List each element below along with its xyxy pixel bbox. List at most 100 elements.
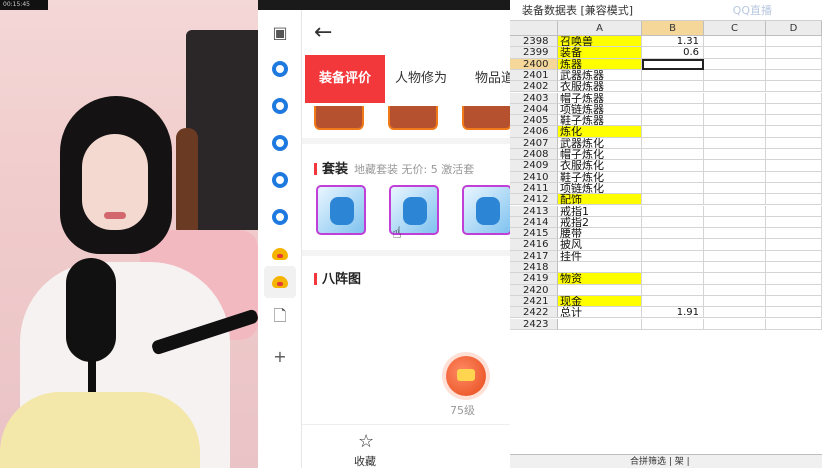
cell-b[interactable] [642,149,704,161]
cell-c[interactable] [704,228,766,240]
cell-a[interactable]: 鞋子炼器 [558,115,642,127]
cell-a[interactable]: 挂件 [558,250,642,262]
browser-icon-3[interactable] [270,133,290,153]
cell-a[interactable]: 帽子炼器 [558,92,642,104]
cell-d[interactable] [766,307,822,319]
level-badge-icon[interactable] [446,356,486,396]
cell-a[interactable]: 腰带 [558,228,642,240]
row-number[interactable]: 2404 [510,103,558,116]
row-number[interactable]: 2400 [510,58,558,70]
cell-a[interactable]: 配饰 [558,194,642,206]
cell-b[interactable] [642,115,704,127]
cell-a[interactable]: 召唤兽 [558,36,642,48]
cell-a[interactable]: 装备 [558,47,642,59]
cell-d[interactable] [766,228,822,240]
cell-a[interactable]: 戒指1 [558,205,642,217]
back-arrow-icon[interactable]: ← [314,20,332,45]
cell-b[interactable] [642,284,704,296]
row-number[interactable]: 2408 [510,149,558,161]
cell-a[interactable]: 炼器 [558,58,642,70]
cell-d[interactable] [766,115,822,127]
row-number[interactable]: 2409 [510,160,558,172]
cell-c[interactable] [704,126,766,138]
cell-a[interactable] [558,284,642,296]
cell-a[interactable]: 鞋子炼化 [558,171,642,183]
row-number[interactable]: 2423 [510,318,558,330]
cell-a[interactable] [558,262,642,274]
row-number[interactable]: 2417 [510,250,558,262]
column-header-a[interactable]: A [558,21,642,36]
favorite-label[interactable]: 收藏 [354,453,376,468]
cell-c[interactable] [704,273,766,285]
cell-a[interactable]: 项链炼器 [558,103,642,116]
cell-b[interactable] [642,182,704,195]
cell-d[interactable] [766,295,822,308]
row-number[interactable]: 2416 [510,239,558,251]
cell-d[interactable] [766,47,822,59]
cell-d[interactable] [766,103,822,116]
cell-a[interactable]: 武器炼器 [558,69,642,82]
cell-b[interactable] [642,250,704,262]
row-number[interactable]: 2398 [510,36,558,48]
cell-c[interactable] [704,137,766,149]
cell-c[interactable] [704,36,766,48]
row-number[interactable]: 2422 [510,307,558,319]
browser-icon-4[interactable] [270,170,290,190]
column-header-c[interactable]: C [704,21,766,36]
cell-b-active[interactable] [642,58,704,70]
cell-d[interactable] [766,69,822,82]
row-number[interactable]: 2421 [510,295,558,308]
cell-d[interactable] [766,81,822,93]
equipment-thumb[interactable] [388,106,438,130]
cell-b[interactable] [642,273,704,285]
cell-d[interactable] [766,239,822,251]
row-number[interactable]: 2420 [510,284,558,296]
equipment-thumb[interactable] [314,106,364,130]
row-number[interactable]: 2415 [510,228,558,240]
cell-b[interactable]: 1.91 [642,307,704,319]
cell-c[interactable] [704,205,766,217]
row-number[interactable]: 2406 [510,126,558,138]
row-number[interactable]: 2418 [510,262,558,274]
cell-c[interactable] [704,160,766,172]
row-number[interactable]: 2407 [510,137,558,149]
cell-d[interactable] [766,126,822,138]
cell-a[interactable]: 炼化 [558,126,642,138]
cell-c[interactable] [704,284,766,296]
cell-d[interactable] [766,137,822,149]
cell-a[interactable]: 武器炼化 [558,137,642,149]
game-app-icon-1[interactable] [270,244,290,264]
browser-icon-1[interactable] [270,59,290,79]
cell-c[interactable] [704,103,766,116]
cell-b[interactable]: 1.31 [642,36,704,48]
cell-c[interactable] [704,171,766,183]
tab-equipment-rating[interactable]: 装备评价 [305,55,385,103]
cell-c[interactable] [704,307,766,319]
cell-a[interactable]: 披风 [558,239,642,251]
document-icon[interactable]: 🗋 [270,306,290,328]
browser-icon-2[interactable] [270,96,290,116]
cell-c[interactable] [704,239,766,251]
cell-c[interactable] [704,295,766,308]
cell-a[interactable]: 项链炼化 [558,182,642,195]
cell-a[interactable]: 衣服炼化 [558,160,642,172]
cell-c[interactable] [704,250,766,262]
row-number[interactable]: 2414 [510,216,558,229]
cell-d[interactable] [766,250,822,262]
row-number[interactable]: 2419 [510,273,558,285]
row-number[interactable]: 2403 [510,92,558,104]
row-number[interactable]: 2411 [510,182,558,195]
cell-d[interactable] [766,160,822,172]
cell-b[interactable] [642,103,704,116]
cell-d[interactable] [766,58,822,70]
row-number[interactable]: 2401 [510,69,558,82]
cell-b[interactable] [642,318,704,330]
cell-d[interactable] [766,205,822,217]
cell-b[interactable] [642,216,704,229]
cell-a[interactable]: 戒指2 [558,216,642,229]
cell-d[interactable] [766,92,822,104]
equipment-thumb[interactable] [462,106,510,130]
cell-a[interactable]: 总计 [558,307,642,319]
row-number[interactable]: 2412 [510,194,558,206]
cell-d[interactable] [766,318,822,330]
